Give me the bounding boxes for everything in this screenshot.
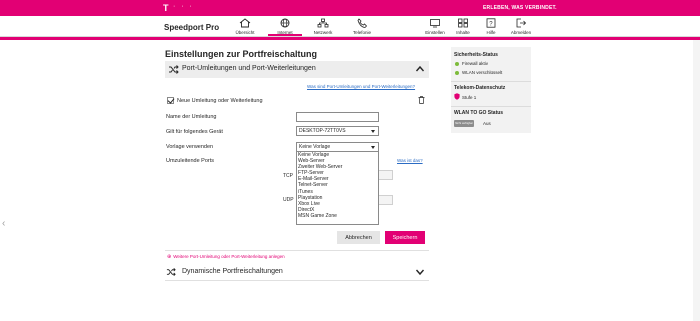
new-forwarding-checkbox[interactable] xyxy=(167,97,174,104)
nav-logout-label: Abmelden xyxy=(510,30,532,35)
new-forwarding-label: Neue Umleitung oder Weiterleitung xyxy=(177,98,263,104)
svg-text:?: ? xyxy=(489,22,493,28)
shuffle-icon xyxy=(169,65,179,74)
dropdown-option[interactable]: MSN Game Zone xyxy=(297,213,378,219)
nav-telephony-label: Telefonie xyxy=(352,30,371,35)
ports-help-link[interactable]: Was ist das? xyxy=(397,158,423,163)
firewall-status-dot xyxy=(455,62,459,66)
ports-field-label: Umzuleitende Ports xyxy=(166,158,214,164)
section-port-forwarding-title: Port-Umleitungen und Port-Weiterleitunge… xyxy=(182,65,316,72)
privacy-title: Telekom-Datenschutz xyxy=(454,85,506,91)
nav-help-label: Hilfe xyxy=(486,30,496,35)
nav-overview-label: Übersicht xyxy=(235,30,255,35)
chevron-down-icon xyxy=(371,146,375,149)
device-select[interactable]: DESKTOP-72TT0VS xyxy=(296,126,379,136)
privacy-level: Stufe 1 xyxy=(462,95,477,100)
logout-icon xyxy=(516,18,527,28)
nav-network[interactable]: Netzwerk xyxy=(306,18,340,36)
shuffle-icon xyxy=(166,268,176,276)
shield-icon xyxy=(454,93,460,100)
section-port-forwarding-header[interactable]: Port-Umleitungen und Port-Weiterleitunge… xyxy=(165,61,429,78)
add-forwarding-label: Weitere Port-Umleitung oder Port-Weiterl… xyxy=(173,254,285,259)
firewall-status-text: Firewall aktiv xyxy=(462,61,489,66)
template-select-value: Keine Vorlage xyxy=(299,144,331,150)
chevron-up-icon[interactable] xyxy=(415,64,425,74)
telekom-logo[interactable]: T xyxy=(163,3,170,13)
tcp-label: TCP xyxy=(283,173,293,179)
cancel-button[interactable]: Abbrechen xyxy=(337,231,380,244)
sidebar-divider xyxy=(451,106,531,107)
network-icon xyxy=(317,18,329,28)
nav-overview[interactable]: Übersicht xyxy=(228,18,262,36)
settings-icon xyxy=(430,19,440,28)
wlan-to-go-title: WLAN TO GO Status xyxy=(454,110,504,116)
name-field-label: Name der Umleitung xyxy=(166,114,217,120)
wlan-status-dot xyxy=(455,71,459,75)
trash-icon[interactable] xyxy=(418,96,425,104)
save-button[interactable]: Speichern xyxy=(385,231,425,244)
telekom-logo-dots: · · · xyxy=(173,3,194,10)
sidebar-divider xyxy=(451,81,531,82)
nav-internet-label: Internet xyxy=(277,30,293,35)
template-field-label: Vorlage verwenden xyxy=(166,144,214,150)
chevron-down-icon[interactable] xyxy=(415,267,425,277)
phone-icon xyxy=(357,18,368,28)
top-brand-bar xyxy=(0,0,700,16)
device-select-value: DESKTOP-72TT0VS xyxy=(299,128,346,134)
device-brand: Speedport Pro xyxy=(164,23,220,32)
divider xyxy=(165,280,429,281)
port-forwarding-help-link[interactable]: Was sind Port-Umleitungen und Port-Weite… xyxy=(307,84,415,89)
wlan-to-go-badge: Nicht verfügbar xyxy=(454,120,474,127)
globe-icon xyxy=(280,18,290,28)
section-dynamic-ports-header[interactable]: Dynamische Portfreischaltungen xyxy=(165,265,429,279)
chevron-down-icon xyxy=(371,130,375,133)
add-icon: ⊕ xyxy=(167,254,172,260)
template-dropdown-list[interactable]: Keine Vorlage Web-Server Zweiter Web-Ser… xyxy=(296,151,379,225)
divider xyxy=(165,250,429,251)
nav-telephony[interactable]: Telefonie xyxy=(345,18,379,36)
add-forwarding-link[interactable]: ⊕ Weitere Port-Umleitung oder Port-Weiter… xyxy=(167,254,285,260)
tcp-port-input[interactable] xyxy=(378,170,393,180)
device-field-label: Gilt für folgendes Gerät xyxy=(166,129,223,135)
page-title: Einstellungen zur Portfreischaltung xyxy=(165,49,318,59)
nav-help[interactable]: ? Hilfe xyxy=(474,18,508,36)
nav-logout[interactable]: Abmelden xyxy=(504,18,538,36)
scroll-left-arrow-icon[interactable]: ‹ xyxy=(2,218,5,229)
slogan: ERLEBEN, WAS VERBINDET. xyxy=(483,5,557,11)
nav-network-label: Netzwerk xyxy=(313,30,333,35)
udp-label: UDP xyxy=(283,197,294,203)
content-icon xyxy=(458,18,468,28)
name-input[interactable] xyxy=(296,112,379,122)
nav-internet[interactable]: Internet xyxy=(268,18,302,36)
wlan-status-text: WLAN verschlüsselt xyxy=(462,70,503,75)
home-icon xyxy=(239,18,251,28)
wlan-to-go-value: Aus xyxy=(483,121,491,126)
udp-port-input[interactable] xyxy=(378,195,393,205)
scrollbar[interactable] xyxy=(693,40,700,321)
security-status-title: Sicherheits-Status xyxy=(454,52,498,58)
help-icon: ? xyxy=(486,18,496,28)
header-accent-line xyxy=(0,37,700,40)
section-dynamic-ports-title: Dynamische Portfreischaltungen xyxy=(182,268,283,275)
